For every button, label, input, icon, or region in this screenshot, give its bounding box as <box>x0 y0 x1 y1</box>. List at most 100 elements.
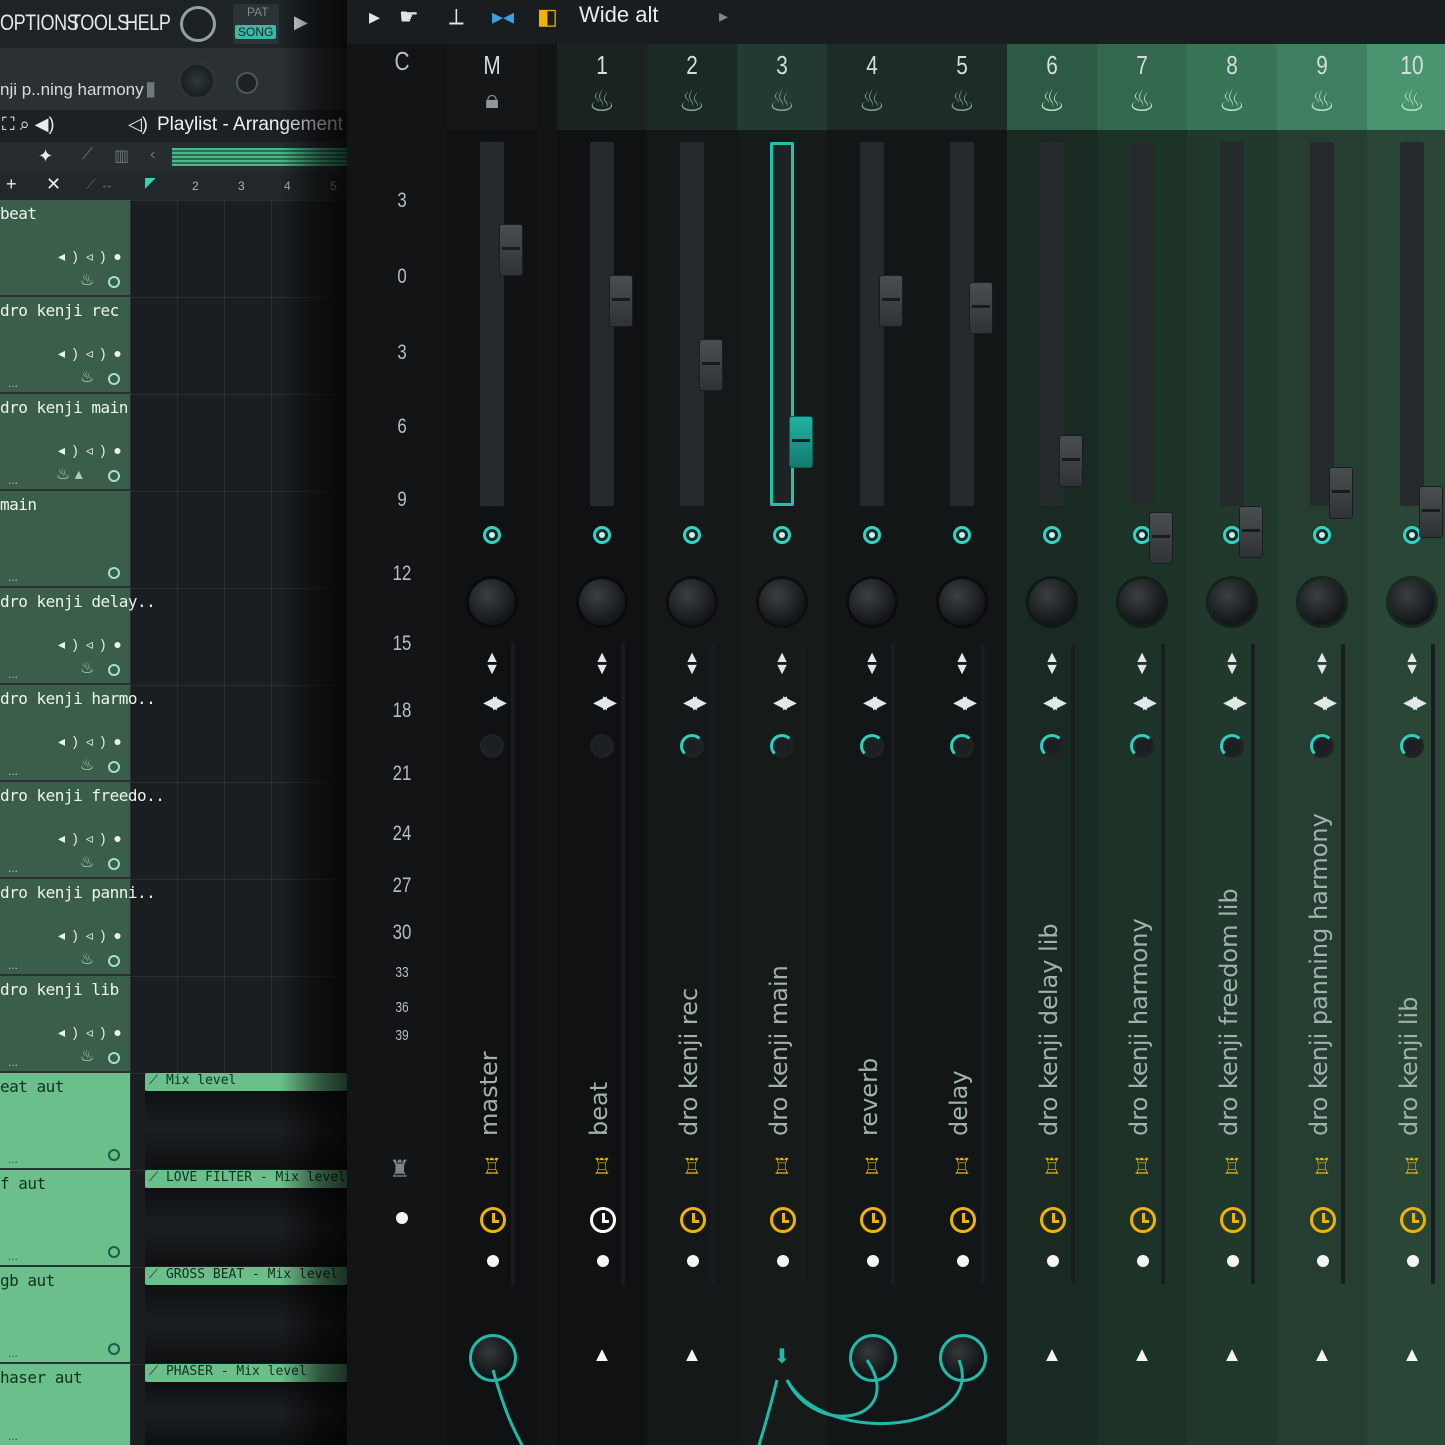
record-dot[interactable] <box>1227 1255 1239 1267</box>
add-track-icon[interactable]: + <box>6 174 17 195</box>
track-header[interactable]: dro kenji freedo.. ◂)◃)● ♨ ... <box>0 782 165 877</box>
level-meter[interactable] <box>1220 142 1244 506</box>
level-meter[interactable] <box>1400 142 1424 506</box>
mixer-strip[interactable]: 6 ♨ ▲ ▼ ◀▶ dro kenji delay lib ♖ ▲ <box>1007 44 1097 1445</box>
master-dot[interactable] <box>396 1212 408 1224</box>
pan-knob[interactable] <box>1119 579 1165 625</box>
speaker-icon[interactable]: ◁) <box>128 114 148 135</box>
latency-clock-icon[interactable] <box>1130 1207 1156 1233</box>
latency-clock-icon[interactable] <box>480 1207 506 1233</box>
stereo-knob[interactable] <box>950 734 974 758</box>
pitch-knob-icon[interactable] <box>236 72 258 94</box>
fire-icon[interactable]: ♨ <box>557 84 647 119</box>
snap-icon[interactable]: ⛶ ⌕ ◀) <box>2 114 55 135</box>
stereo-swap-icon[interactable]: ▲ ▼ <box>952 650 972 678</box>
route-icon[interactable]: ⟂ <box>449 4 464 30</box>
record-dot[interactable] <box>867 1255 879 1267</box>
stereo-separation-icon[interactable]: ◀▶ <box>1040 692 1067 713</box>
mixer-preset-name[interactable]: Wide alt <box>579 2 658 28</box>
track-select-dot[interactable] <box>108 761 120 773</box>
track-header[interactable]: dro kenji lib ◂)◃)● ♨ ... <box>0 976 130 1071</box>
fire-icon[interactable]: ♨ <box>1367 84 1445 119</box>
latency-clock-icon[interactable] <box>590 1207 616 1233</box>
lock-icon[interactable]: 🔒︎ <box>447 84 537 116</box>
track-controls-icon[interactable]: ◂)◃)● <box>58 927 130 944</box>
fx-slot-icon[interactable]: ♖ <box>770 1154 794 1186</box>
mixer-strip[interactable]: M 🔒︎ ▲ ▼ ◀▶ master ♖ <box>447 44 537 1445</box>
stereo-knob[interactable] <box>1130 734 1154 758</box>
record-dot[interactable] <box>777 1255 789 1267</box>
automation-track-header[interactable]: f aut ... <box>0 1170 130 1265</box>
stereo-separation-icon[interactable]: ◀▶ <box>590 692 617 713</box>
track-header[interactable]: dro kenji delay.. ◂)◃)● ♨ ... <box>0 588 156 683</box>
send-enable-dot[interactable] <box>683 526 701 544</box>
stereo-swap-icon[interactable]: ▲ ▼ <box>1132 650 1152 678</box>
pan-knob[interactable] <box>1389 579 1435 625</box>
fx-slot-icon[interactable]: ♖ <box>680 1154 704 1186</box>
stereo-separation-icon[interactable]: ◀▶ <box>860 692 887 713</box>
automation-track-header[interactable]: haser aut ... <box>0 1364 130 1445</box>
pan-knob[interactable] <box>759 579 805 625</box>
track-select-dot[interactable] <box>108 1052 120 1064</box>
fx-slot-icon[interactable]: ♖ <box>1220 1154 1244 1186</box>
track-controls-icon[interactable]: ◂)◃)● <box>58 345 130 362</box>
scroll-left-icon[interactable]: ‹ <box>150 146 155 164</box>
trash-icon[interactable]: ▮ <box>145 76 156 101</box>
track-header[interactable]: beat ◂)◃)● ♨ <box>0 200 130 295</box>
close-icon[interactable]: ✕ <box>46 174 61 195</box>
fire-icon[interactable]: ♨ <box>737 84 827 119</box>
send-enable-dot[interactable] <box>863 526 881 544</box>
stereo-swap-icon[interactable]: ▲ ▼ <box>592 650 612 678</box>
mixer-strip[interactable]: 4 ♨ ▲ ▼ ◀▶ reverb ♖ <box>827 44 917 1445</box>
send-enable-dot[interactable] <box>593 526 611 544</box>
level-meter[interactable] <box>680 142 704 506</box>
stereo-separation-icon[interactable]: ◀▶ <box>770 692 797 713</box>
fx-slot-icon[interactable]: ♖ <box>1400 1154 1424 1186</box>
mixer-strip[interactable]: 5 ♨ ▲ ▼ ◀▶ delay ♖ <box>917 44 1007 1445</box>
stereo-knob[interactable] <box>860 734 884 758</box>
fire-icon[interactable]: ♨ <box>1007 84 1097 119</box>
latency-clock-icon[interactable] <box>1400 1207 1426 1233</box>
volume-fader[interactable] <box>879 275 903 327</box>
stereo-separation-icon[interactable]: ◀▶ <box>480 692 507 713</box>
record-dot[interactable] <box>1407 1255 1419 1267</box>
stereo-swap-icon[interactable]: ▲ ▼ <box>682 650 702 678</box>
automation-track-header[interactable]: gb aut ... <box>0 1267 130 1362</box>
preset-next-icon[interactable]: ▸ <box>719 6 728 27</box>
mixer-strip[interactable]: 7 ♨ ▲ ▼ ◀▶ dro kenji harmony ♖ ▲ <box>1097 44 1187 1445</box>
track-select-dot[interactable] <box>108 1149 120 1161</box>
latency-clock-icon[interactable] <box>680 1207 706 1233</box>
volume-fader[interactable] <box>969 282 993 334</box>
pan-knob[interactable] <box>579 579 625 625</box>
stereo-separation-icon[interactable]: ◀▶ <box>1130 692 1157 713</box>
record-dot[interactable] <box>1317 1255 1329 1267</box>
fx-slot-icon[interactable]: ♜ <box>389 1155 411 1184</box>
track-select-dot[interactable] <box>108 373 120 385</box>
track-controls-icon[interactable]: ◂)◃)● <box>58 830 130 847</box>
volume-fader[interactable] <box>609 275 633 327</box>
stereo-swap-icon[interactable]: ▲ ▼ <box>862 650 882 678</box>
link-icon[interactable]: ▸◂ <box>492 4 514 30</box>
stereo-knob[interactable] <box>1040 734 1064 758</box>
mixer-strip[interactable]: 2 ♨ ▲ ▼ ◀▶ dro kenji rec ♖ ▲ <box>647 44 737 1445</box>
pan-knob[interactable] <box>469 579 515 625</box>
volume-fader[interactable] <box>1329 467 1353 519</box>
pan-knob[interactable] <box>939 579 985 625</box>
latency-clock-icon[interactable] <box>1310 1207 1336 1233</box>
record-dot[interactable] <box>487 1255 499 1267</box>
mixer-strip[interactable]: 1 ♨ ▲ ▼ ◀▶ beat ♖ ▲ <box>557 44 647 1445</box>
latency-clock-icon[interactable] <box>1220 1207 1246 1233</box>
fx-slot-icon[interactable]: ♖ <box>1130 1154 1154 1186</box>
latency-clock-icon[interactable] <box>1040 1207 1066 1233</box>
stereo-knob[interactable] <box>770 734 794 758</box>
automation-icon[interactable]: ⟋ <box>82 146 93 164</box>
fire-icon[interactable]: ♨ <box>917 84 1007 119</box>
track-header[interactable]: dro kenji panni.. ◂)◃)● ♨ ... <box>0 879 156 974</box>
track-header[interactable]: dro kenji rec ◂)◃)● ♨ ... <box>0 297 130 392</box>
volume-fader[interactable] <box>1149 512 1173 564</box>
volume-fader[interactable] <box>789 416 813 468</box>
piano-icon[interactable]: ▥ <box>114 146 129 166</box>
tempo-dial-icon[interactable] <box>180 6 216 42</box>
volume-fader[interactable] <box>1059 435 1083 487</box>
level-meter[interactable] <box>1310 142 1334 506</box>
